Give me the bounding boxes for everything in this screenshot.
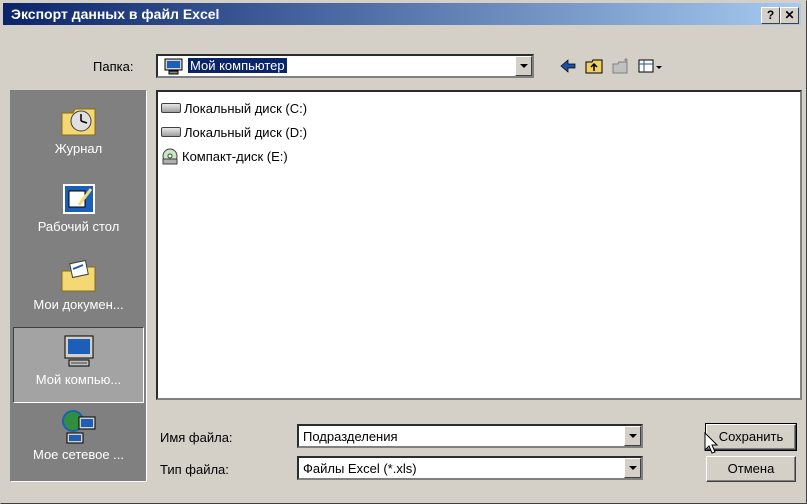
place-label: Журнал (54, 141, 103, 156)
place-network[interactable]: Мое сетевое ... (13, 403, 144, 479)
hard-drive-icon (161, 103, 181, 113)
filetype-dropdown-button[interactable] (624, 458, 641, 478)
desktop-icon (62, 184, 95, 214)
filename-dropdown-button[interactable] (624, 426, 641, 446)
my-documents-icon (61, 259, 95, 292)
close-icon: ✕ (784, 8, 795, 22)
list-item-label: Компакт-диск (E:) (182, 148, 288, 164)
help-button[interactable]: ? (761, 7, 780, 24)
list-item-drive-d[interactable]: Локальный диск (D:) (161, 122, 307, 142)
window-title: Экспорт данных в файл Excel (11, 6, 220, 22)
place-label: Мой компью... (35, 372, 122, 387)
filename-combo[interactable]: Подразделения (297, 424, 643, 448)
folder-value: Мой компьютер (187, 57, 288, 74)
list-item-drive-e[interactable]: Компакт-диск (E:) (161, 146, 288, 166)
view-menu-icon (638, 59, 662, 73)
list-item-label: Локальный диск (D:) (184, 124, 308, 140)
filetype-select[interactable]: Файлы Excel (*.xls) (297, 456, 643, 480)
list-item-drive-c[interactable]: Локальный диск (C:) (161, 98, 307, 118)
folder-combo[interactable]: Мой компьютер (156, 54, 534, 78)
back-arrow-icon (560, 59, 576, 73)
file-list[interactable]: Локальный диск (C:) Локальный диск (D:) … (156, 90, 802, 400)
list-item-label: Локальный диск (C:) (184, 100, 308, 116)
up-folder-button[interactable] (583, 56, 605, 78)
my-computer-small-icon (164, 58, 183, 75)
cancel-button[interactable]: Отмена (706, 456, 796, 482)
place-my-documents[interactable]: Мои докумен... (13, 253, 144, 329)
cd-drive-icon (162, 148, 178, 165)
network-places-icon (61, 410, 95, 444)
place-label: Рабочий стол (37, 219, 120, 234)
close-button[interactable]: ✕ (780, 7, 799, 24)
up-folder-icon (585, 59, 603, 74)
filename-input[interactable]: Подразделения (303, 429, 398, 444)
hard-drive-icon (161, 127, 181, 137)
folder-label: Папка: (93, 59, 134, 74)
place-my-computer[interactable]: Мой компью... (13, 327, 144, 403)
filename-label: Имя файла: (160, 430, 233, 445)
new-folder-button[interactable] (610, 56, 632, 78)
folder-dropdown-button[interactable] (515, 56, 532, 76)
title-bar[interactable]: Экспорт данных в файл Excel ? ✕ (3, 3, 801, 25)
place-desktop[interactable]: Рабочий стол (13, 175, 144, 251)
place-label: Мои докумен... (33, 297, 124, 312)
my-computer-icon (64, 335, 93, 367)
filetype-label: Тип файла: (160, 462, 229, 477)
history-icon (61, 108, 95, 136)
mouse-cursor-icon (704, 432, 719, 454)
places-bar: Журнал Рабочий стол Мои докумен... Мой к… (10, 90, 147, 482)
filetype-value: Файлы Excel (*.xls) (303, 461, 417, 476)
place-label: Мое сетевое ... (32, 447, 125, 462)
place-history[interactable]: Журнал (13, 97, 144, 173)
new-folder-icon (612, 58, 628, 74)
back-button[interactable] (557, 56, 579, 78)
view-menu-button[interactable] (636, 56, 666, 78)
